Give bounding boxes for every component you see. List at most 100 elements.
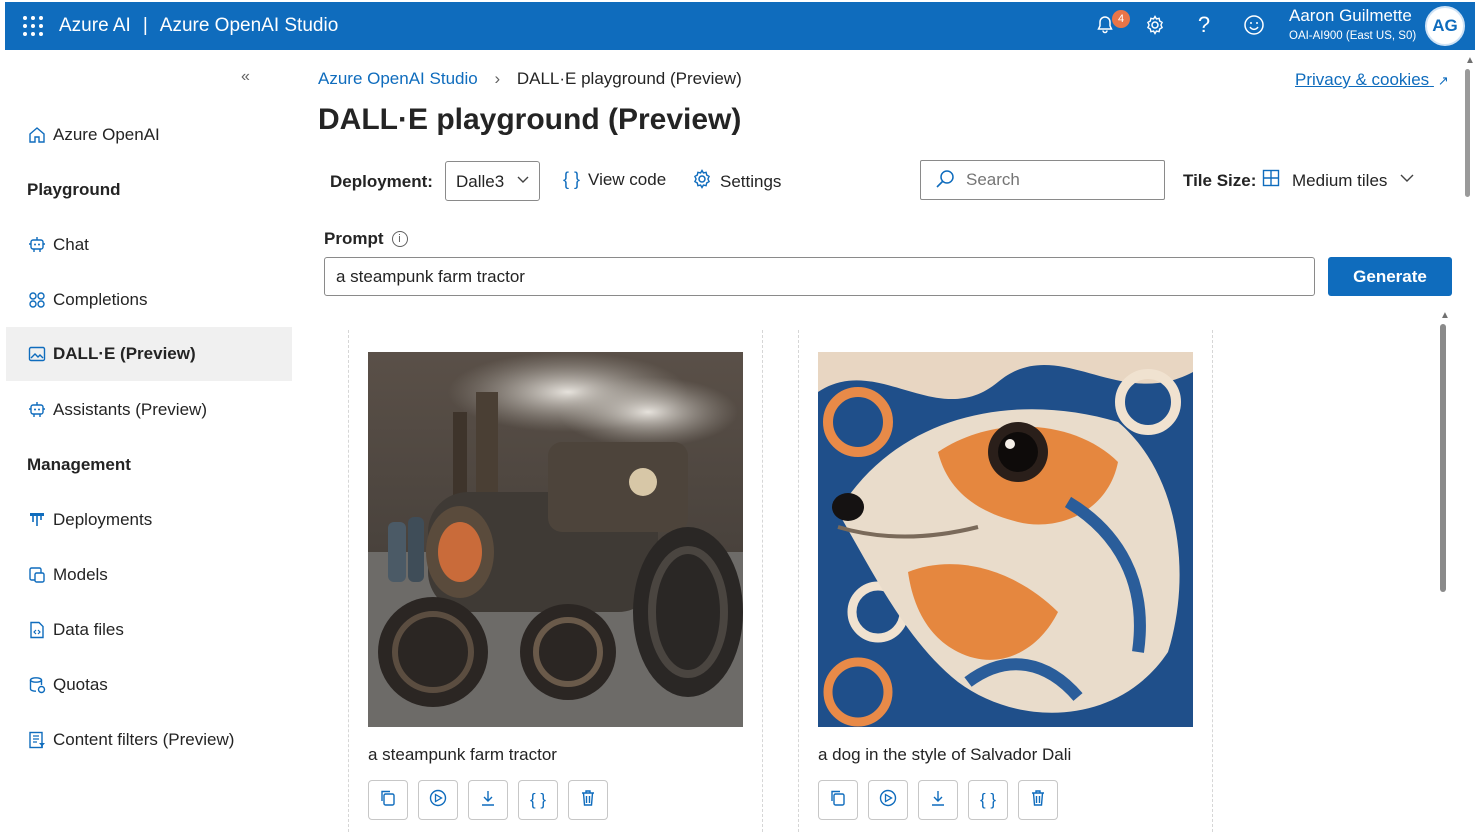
sidebar-item-quotas[interactable]: Quotas — [6, 658, 292, 712]
code-braces-icon: { } — [979, 790, 997, 809]
sidebar-item-chat[interactable]: Chat — [6, 218, 292, 272]
quotas-icon — [26, 674, 48, 696]
card-divider — [762, 330, 763, 832]
delete-button[interactable] — [1018, 780, 1058, 820]
scrollbar-thumb[interactable] — [1440, 324, 1446, 592]
info-icon[interactable]: i — [391, 231, 408, 247]
scroll-up-icon[interactable]: ▲ — [1440, 310, 1450, 321]
tile-size-dropdown[interactable]: Medium tiles — [1262, 169, 1415, 192]
completions-icon — [26, 289, 48, 311]
search-input[interactable] — [920, 160, 1165, 200]
chevron-right-icon: › — [494, 69, 501, 88]
download-button[interactable] — [468, 780, 508, 820]
content-filters-icon — [26, 729, 48, 751]
collapse-sidebar-icon[interactable]: « — [241, 68, 250, 86]
code-braces-icon: { } — [529, 790, 547, 809]
sidebar-item-content-filters[interactable]: Content filters (Preview) — [6, 713, 292, 767]
privacy-link-label[interactable]: Privacy & cookies — [1295, 70, 1429, 89]
sidebar-item-dalle[interactable]: DALL·E (Preview) — [6, 327, 292, 381]
scroll-up-icon[interactable]: ▲ — [1465, 55, 1475, 66]
copy-icon — [829, 789, 847, 812]
breadcrumb: Azure OpenAI Studio › DALL·E playground … — [318, 69, 742, 89]
data-files-icon — [26, 619, 48, 641]
copy-button[interactable] — [368, 780, 408, 820]
page-title: DALL·E playground (Preview) — [318, 103, 742, 136]
sidebar: « Azure OpenAI Playground Chat Completio… — [6, 50, 292, 832]
copy-icon — [379, 789, 397, 812]
sidebar-item-data-files[interactable]: Data files — [6, 603, 292, 657]
sidebar-item-assistants[interactable]: Assistants (Preview) — [6, 383, 292, 437]
gallery-scrollbar[interactable]: ▲ — [1438, 310, 1450, 830]
deployment-label: Deployment: — [330, 172, 433, 191]
generated-image-tractor[interactable] — [368, 352, 743, 727]
regenerate-icon — [878, 788, 898, 813]
sidebar-item-completions[interactable]: Completions — [6, 273, 292, 327]
sidebar-item-label: Content filters (Preview) — [53, 730, 235, 749]
settings-button[interactable]: Settings — [692, 169, 781, 194]
delete-button[interactable] — [568, 780, 608, 820]
deployment-value: Dalle3 — [456, 172, 505, 191]
home-icon — [26, 124, 48, 146]
card-divider — [798, 330, 799, 832]
chevron-down-icon — [1399, 170, 1415, 191]
gear-icon — [692, 169, 712, 194]
generate-button[interactable]: Generate — [1328, 257, 1452, 296]
breadcrumb-root[interactable]: Azure OpenAI Studio — [318, 69, 478, 88]
breadcrumb-current: DALL·E playground (Preview) — [516, 69, 742, 88]
sidebar-item-label: Deployments — [53, 510, 153, 529]
models-icon — [26, 564, 48, 586]
section-management: Management — [27, 455, 131, 474]
image-caption: a steampunk farm tractor — [368, 745, 557, 764]
image-gallery: a steampunk farm tractor { } a dog in th… — [324, 312, 1452, 832]
search-icon — [934, 168, 956, 195]
regenerate-button[interactable] — [418, 780, 458, 820]
regenerate-icon — [428, 788, 448, 813]
download-button[interactable] — [918, 780, 958, 820]
help-icon[interactable]: ? — [1191, 10, 1217, 40]
page-scrollbar[interactable]: ▲ — [1463, 55, 1475, 832]
trash-icon — [579, 789, 597, 812]
sidebar-item-deployments[interactable]: Deployments — [6, 493, 292, 547]
scrollbar-thumb[interactable] — [1465, 69, 1470, 197]
deployments-icon — [26, 509, 48, 531]
tile-size-label: Tile Size: — [1183, 171, 1257, 190]
brand-name[interactable]: Azure AI — [59, 15, 131, 36]
brand[interactable]: Azure AI | Azure OpenAI Studio — [59, 15, 338, 37]
generated-image-dog[interactable] — [818, 352, 1193, 727]
view-json-button[interactable]: { } — [518, 780, 558, 820]
view-json-button[interactable]: { } — [968, 780, 1008, 820]
sidebar-item-azure-openai[interactable]: Azure OpenAI — [6, 108, 292, 162]
privacy-link[interactable]: Privacy & cookies ↗ — [1295, 70, 1449, 90]
sidebar-item-label: Models — [53, 565, 108, 584]
sidebar-item-models[interactable]: Models — [6, 548, 292, 602]
sidebar-item-label: Assistants (Preview) — [53, 400, 207, 419]
feedback-smiley-icon[interactable] — [1241, 10, 1267, 40]
grid-icon — [1262, 169, 1280, 192]
copy-button[interactable] — [818, 780, 858, 820]
prompt-input[interactable] — [324, 257, 1315, 296]
chevron-down-icon — [516, 171, 530, 191]
regenerate-button[interactable] — [868, 780, 908, 820]
avatar[interactable]: AG — [1425, 6, 1465, 46]
user-name[interactable]: Aaron Guilmette — [1289, 6, 1412, 26]
prompt-label-text: Prompt — [324, 229, 384, 248]
assistant-icon — [26, 399, 48, 421]
trash-icon — [1029, 789, 1047, 812]
sidebar-item-label: Data files — [53, 620, 124, 639]
sidebar-item-label: Chat — [53, 235, 89, 254]
card-divider — [1212, 330, 1213, 832]
user-subscription: OAI-AI900 (East US, S0) — [1289, 30, 1417, 42]
view-code-button[interactable]: { } View code — [563, 169, 666, 190]
external-link-icon: ↗ — [1437, 73, 1449, 88]
card-divider — [348, 330, 349, 832]
brand-separator: | — [142, 15, 148, 36]
app-launcher-icon[interactable] — [23, 16, 43, 36]
tile-size-value: Medium tiles — [1292, 170, 1388, 190]
sidebar-item-label: Completions — [53, 290, 148, 309]
deployment-dropdown[interactable]: Dalle3 — [445, 161, 540, 201]
settings-gear-icon[interactable] — [1142, 10, 1168, 40]
sidebar-item-label: Quotas — [53, 675, 108, 694]
app-name[interactable]: Azure OpenAI Studio — [160, 15, 339, 36]
download-icon — [929, 789, 947, 812]
section-playground: Playground — [27, 180, 121, 199]
